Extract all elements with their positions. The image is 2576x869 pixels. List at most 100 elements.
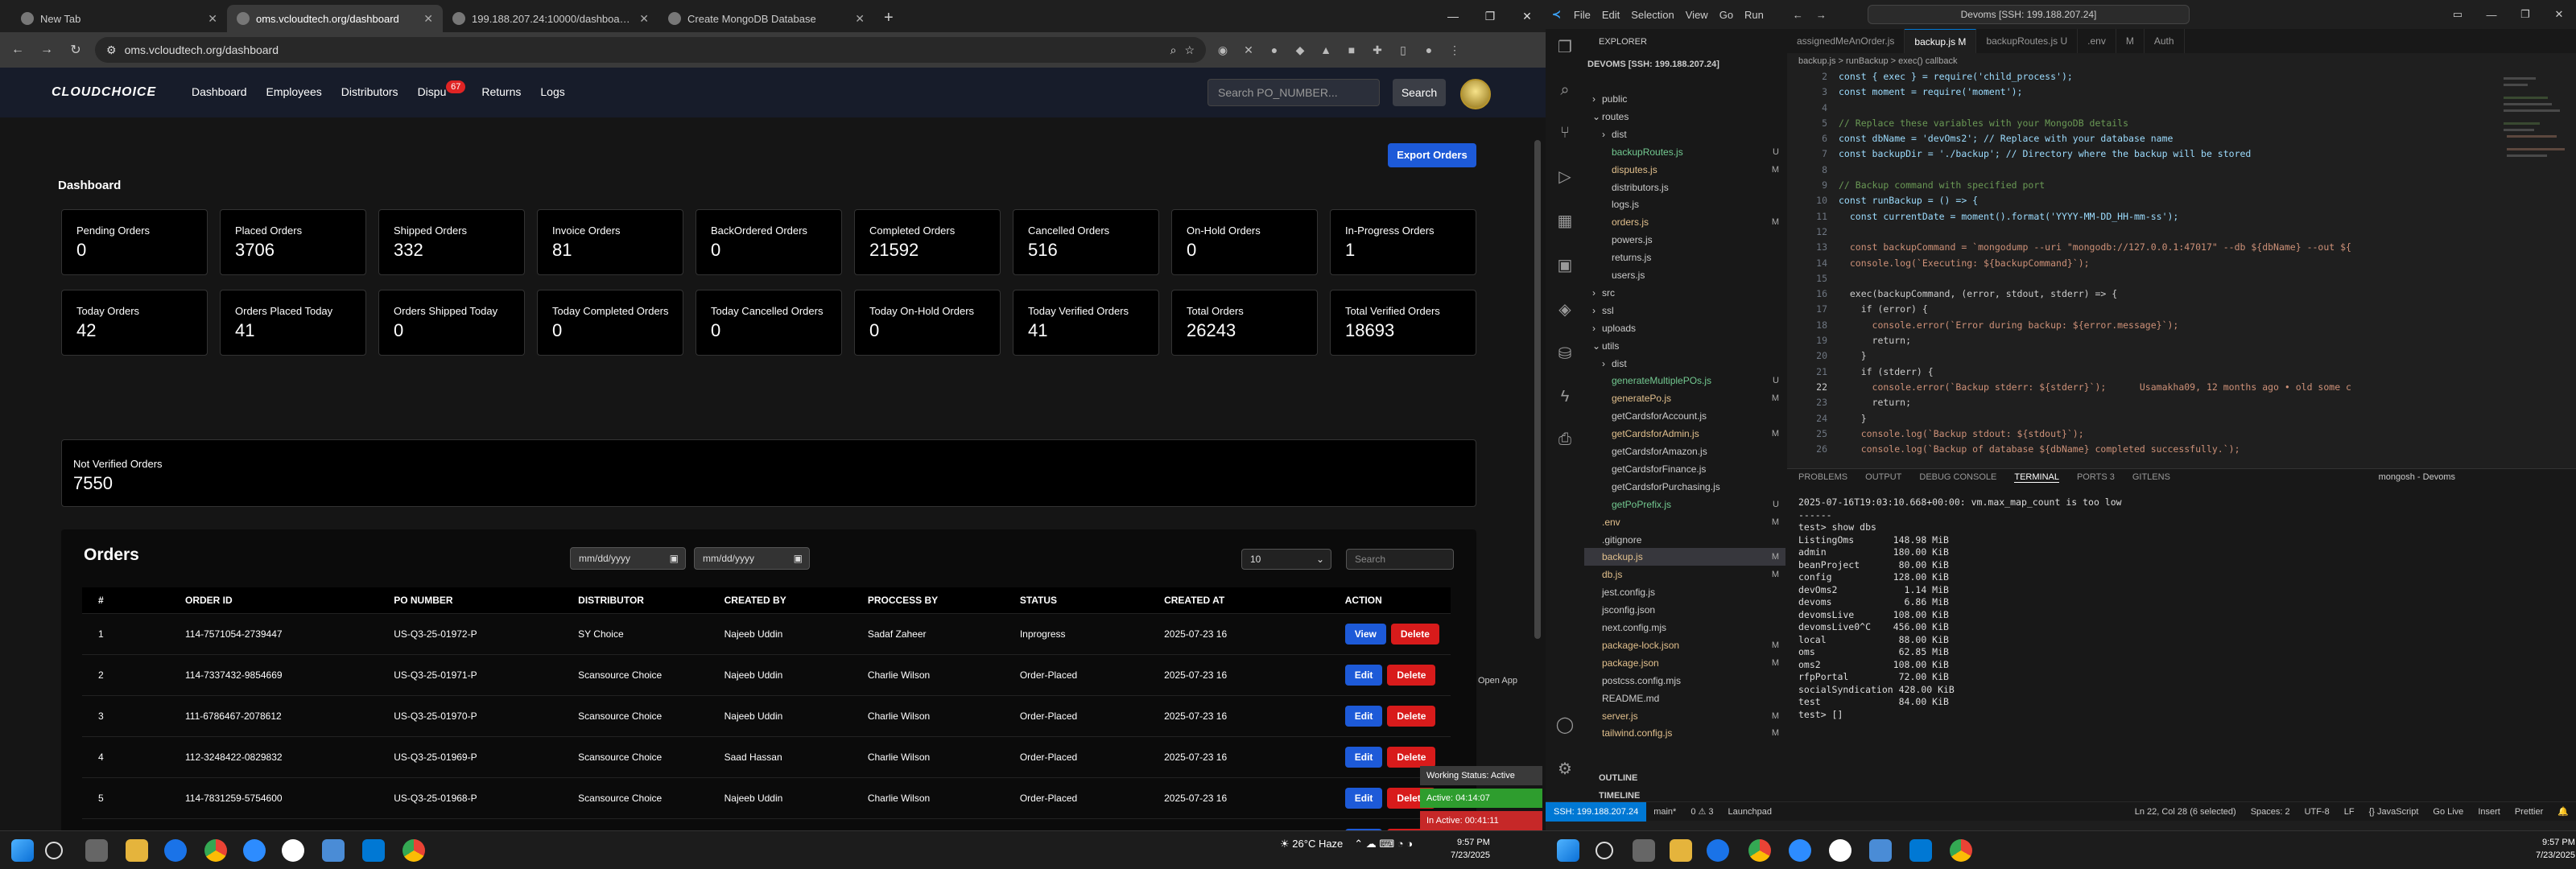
file-item[interactable]: .env M: [1584, 513, 1785, 531]
folder-item[interactable]: ⌄ utils: [1584, 337, 1785, 355]
task-view-icon[interactable]: [1633, 839, 1655, 862]
edge-icon[interactable]: [164, 839, 187, 862]
panel-tab[interactable]: PORTS 3: [2077, 472, 2115, 483]
file-item[interactable]: distributors.js: [1584, 179, 1785, 196]
editor-tab[interactable]: .env: [2078, 29, 2116, 53]
go-live[interactable]: Go Live: [2425, 807, 2471, 817]
file-item[interactable]: returns.js: [1584, 249, 1785, 266]
browser-tab[interactable]: New Tab ✕: [11, 5, 227, 32]
file-item[interactable]: getCardsforAdmin.js M: [1584, 425, 1785, 443]
command-center-search[interactable]: Devoms [SSH: 199.188.207.24]: [1868, 5, 2190, 24]
file-item[interactable]: generateMultiplePOs.js U: [1584, 372, 1785, 389]
close-tab-icon[interactable]: ✕: [208, 12, 217, 26]
close-tab-icon[interactable]: ✕: [423, 12, 433, 26]
start-windows-icon[interactable]: [11, 839, 34, 862]
weather-icon[interactable]: ☀: [1280, 838, 1292, 850]
nav-logs[interactable]: Logs: [540, 85, 564, 98]
editor-tab[interactable]: M: [2116, 29, 2145, 53]
close-window-icon[interactable]: ✕: [1509, 0, 1546, 32]
nav-employees[interactable]: Employees: [266, 85, 322, 98]
chrome-menu-icon[interactable]: ⋮: [1447, 43, 1462, 57]
file-item[interactable]: generatePo.js M: [1584, 389, 1785, 407]
panel-tab[interactable]: TERMINAL: [2014, 472, 2059, 483]
explorer-icon[interactable]: ❐: [1558, 37, 1572, 57]
file-explorer-icon[interactable]: [126, 839, 148, 862]
profile-icon[interactable]: ●: [1422, 43, 1436, 57]
edit-button[interactable]: Edit: [1344, 705, 1383, 727]
chevron-right-icon[interactable]: ›: [1592, 284, 1596, 302]
file-item[interactable]: powers.js: [1584, 231, 1785, 249]
extension-icon[interactable]: ▲: [1319, 43, 1333, 57]
table-row[interactable]: 1 114-7571054-2739447 US-Q3-25-01972-P SY C…: [82, 613, 1451, 655]
restore-icon[interactable]: ❐: [2508, 0, 2542, 29]
search-button[interactable]: Search: [1393, 79, 1446, 106]
folder-item[interactable]: › ssl: [1584, 302, 1785, 319]
extension-icon[interactable]: ■: [1344, 43, 1359, 57]
bookmark-star-icon[interactable]: ☆: [1184, 43, 1195, 57]
printer-icon[interactable]: ⎙: [1558, 430, 1571, 449]
po-search-input[interactable]: Search PO_NUMBER...: [1208, 79, 1380, 106]
file-item[interactable]: package-lock.json M: [1584, 636, 1785, 654]
problems-count[interactable]: 0 ⚠ 3: [1683, 806, 1720, 817]
file-item[interactable]: next.config.mjs: [1584, 619, 1785, 636]
extension-icon[interactable]: ◉: [1216, 43, 1230, 57]
chevron-right-icon[interactable]: ›: [1592, 90, 1596, 108]
weather-text[interactable]: 26°C Haze: [1292, 838, 1343, 850]
zoom-icon[interactable]: ⌕: [1170, 43, 1177, 57]
delete-button[interactable]: Delete: [1390, 623, 1439, 645]
start-date-input[interactable]: mm/dd/yyyy ▣: [570, 547, 686, 570]
file-item[interactable]: backup.js M: [1584, 548, 1785, 566]
user-avatar[interactable]: [1460, 79, 1491, 109]
encoding[interactable]: UTF-8: [2297, 807, 2337, 817]
vscode-taskbar-icon[interactable]: [1909, 839, 1932, 862]
file-item[interactable]: tailwind.config.js M: [1584, 724, 1785, 742]
file-item[interactable]: server.js M: [1584, 707, 1785, 725]
extension-icon[interactable]: ✕: [1241, 43, 1256, 57]
source-control-icon[interactable]: ⑂: [1560, 124, 1570, 142]
chevron-right-icon[interactable]: ›: [1592, 302, 1596, 319]
layout-icon[interactable]: ▭: [2441, 0, 2475, 29]
nav-dashboard[interactable]: Dashboard: [192, 85, 247, 98]
nav-returns[interactable]: Returns: [481, 85, 521, 98]
edit-button[interactable]: Edit: [1344, 746, 1383, 768]
table-row[interactable]: 6113-4540710-9335404US-Q3-25-01967-PScan…: [82, 818, 1451, 830]
zoom-taskbar-icon[interactable]: [243, 839, 266, 862]
close-tab-icon[interactable]: ✕: [855, 12, 865, 26]
file-item[interactable]: package.json M: [1584, 654, 1785, 672]
remote-indicator[interactable]: SSH: 199.188.207.24: [1546, 801, 1647, 822]
remote-explorer-icon[interactable]: ▣: [1558, 255, 1573, 275]
delete-button[interactable]: Delete: [1387, 705, 1436, 727]
chevron-down-icon[interactable]: ⌄: [1592, 337, 1600, 355]
file-item[interactable]: disputes.js M: [1584, 161, 1785, 179]
gitlens-icon[interactable]: ◈: [1558, 299, 1571, 319]
file-item[interactable]: getPoPrefix.js U: [1584, 496, 1785, 513]
file-item[interactable]: users.js: [1584, 266, 1785, 284]
table-search-input[interactable]: Search: [1346, 549, 1454, 570]
notifications-bell-icon[interactable]: 🔔: [2550, 806, 2576, 817]
file-item[interactable]: jest.config.js: [1584, 583, 1785, 601]
breadcrumb[interactable]: backup.js > runBackup > exec() callback: [1798, 56, 1958, 66]
search-icon[interactable]: ⌕: [1560, 81, 1569, 100]
end-date-input[interactable]: mm/dd/yyyy ▣: [694, 547, 810, 570]
browser-tab-active[interactable]: oms.vcloudtech.org/dashboard ✕: [227, 5, 443, 32]
start-windows-icon[interactable]: [1557, 839, 1579, 862]
vscode-taskbar-icon[interactable]: [362, 839, 385, 862]
code-lines[interactable]: 2 const { exec } = require('child_process…: [1787, 69, 2576, 457]
file-item[interactable]: README.md: [1584, 690, 1785, 707]
chevron-right-icon[interactable]: ›: [1602, 355, 1605, 373]
panel-tab[interactable]: GITLENS: [2132, 472, 2170, 483]
minimap[interactable]: [2500, 69, 2565, 463]
git-branch[interactable]: main*: [1646, 807, 1683, 817]
taskbar-clock[interactable]: 9:57 PM 7/23/2025: [2536, 836, 2575, 862]
extensions-puzzle-icon[interactable]: ✚: [1370, 43, 1385, 57]
run-debug-icon[interactable]: ▷: [1558, 167, 1571, 187]
file-item[interactable]: orders.js M: [1584, 213, 1785, 231]
panel-tab[interactable]: OUTPUT: [1865, 472, 1901, 483]
folder-item[interactable]: › public: [1584, 90, 1785, 108]
calendar-icon[interactable]: ▣: [794, 548, 803, 569]
file-item[interactable]: jsconfig.json: [1584, 601, 1785, 619]
open-app-label[interactable]: Open App: [1478, 676, 1517, 686]
panel-tab[interactable]: DEBUG CONSOLE: [1919, 472, 1996, 483]
extension-icon[interactable]: ●: [1267, 43, 1282, 57]
forward-icon[interactable]: →: [37, 43, 56, 57]
